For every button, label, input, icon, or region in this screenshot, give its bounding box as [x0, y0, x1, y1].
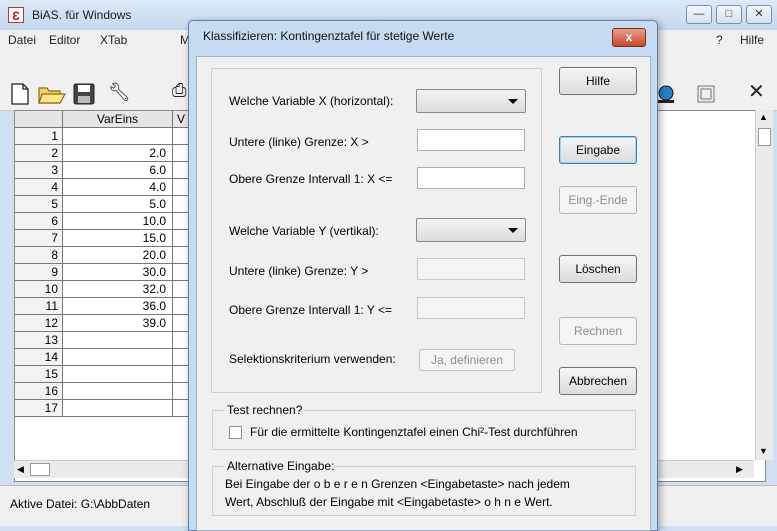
menu-editor[interactable]: Editor — [49, 33, 80, 47]
row-number[interactable]: 5 — [15, 196, 63, 213]
close-window-button[interactable]: ✕ — [746, 5, 772, 24]
table-cell[interactable]: 5.0 — [63, 196, 173, 213]
table-cell[interactable] — [63, 332, 173, 349]
close-icon: x — [625, 30, 633, 44]
row-number[interactable]: 1 — [15, 128, 63, 145]
test-group-title: Test rechnen? — [225, 403, 305, 417]
label-lower-x: Untere (linke) Grenze: X > — [229, 135, 369, 149]
row-number[interactable]: 7 — [15, 230, 63, 247]
row-number[interactable]: 9 — [15, 264, 63, 281]
menu-datei[interactable]: Datei — [8, 33, 36, 47]
app-icon: Ɛ — [8, 7, 24, 23]
row-number[interactable]: 3 — [15, 162, 63, 179]
tool-icon[interactable]: 🔧︎ — [108, 82, 131, 103]
row-number[interactable]: 8 — [15, 247, 63, 264]
menu-xtab[interactable]: XTab — [100, 33, 127, 47]
upper-x-input[interactable] — [417, 167, 525, 189]
scroll-up-icon[interactable]: ▲ — [759, 112, 768, 122]
table-cell[interactable] — [63, 128, 173, 145]
var-x-dropdown[interactable] — [416, 89, 526, 113]
table-cell[interactable]: 15.0 — [63, 230, 173, 247]
table-cell[interactable] — [63, 349, 173, 366]
table-cell[interactable] — [63, 383, 173, 400]
input-button[interactable]: Eingabe — [559, 136, 637, 164]
save-icon[interactable] — [73, 83, 95, 105]
vertical-scrollbar[interactable]: ▲ ▼ — [755, 110, 773, 460]
row-number[interactable]: 2 — [15, 145, 63, 162]
var-y-dropdown[interactable] — [416, 218, 526, 242]
alt-group-title: Alternative Eingabe: — [225, 459, 337, 473]
chi-test-label: Für die ermittelte Kontingenztafel einen… — [250, 425, 578, 439]
hscroll-thumb[interactable] — [30, 463, 50, 476]
table-cell[interactable]: 10.0 — [63, 213, 173, 230]
upper-y-input[interactable] — [417, 297, 525, 319]
close-icon: ✕ — [754, 8, 764, 20]
new-doc-icon[interactable] — [10, 83, 30, 105]
window-icon[interactable] — [696, 84, 716, 104]
scroll-down-icon[interactable]: ▼ — [759, 446, 768, 456]
row-number[interactable]: 13 — [15, 332, 63, 349]
table-cell[interactable] — [63, 366, 173, 383]
chevron-down-icon — [508, 228, 518, 233]
chi-test-checkbox[interactable] — [229, 426, 242, 439]
dialog-title: Klassifizieren: Kontingenztafel für stet… — [203, 29, 455, 43]
row-number[interactable]: 4 — [15, 179, 63, 196]
lower-y-input[interactable] — [417, 258, 525, 280]
table-cell[interactable]: 6.0 — [63, 162, 173, 179]
table-cell[interactable] — [63, 400, 173, 417]
corner-cell — [15, 111, 63, 128]
scroll-thumb[interactable] — [758, 128, 771, 146]
table-cell[interactable]: 20.0 — [63, 247, 173, 264]
menu-hilfe[interactable]: Hilfe — [740, 33, 764, 47]
scroll-right-icon[interactable]: ▶ — [736, 464, 743, 475]
close-doc-icon[interactable]: ✕ — [748, 79, 765, 104]
label-var-y: Welche Variable Y (vertikal): — [229, 224, 379, 238]
chevron-down-icon — [508, 99, 518, 104]
row-number[interactable]: 11 — [15, 298, 63, 315]
alt-text-line2: Wert, Abschluß der Eingabe mit <Eingabet… — [225, 495, 553, 509]
table-cell[interactable]: 39.0 — [63, 315, 173, 332]
compute-button[interactable]: Rechnen — [559, 317, 637, 345]
alt-text-line1: Bei Eingabe der o b e r e n Grenzen <Ein… — [225, 477, 570, 491]
globe-icon[interactable] — [655, 84, 677, 104]
cancel-button[interactable]: Abbrechen — [559, 367, 637, 395]
column-header[interactable]: VarEins — [63, 111, 173, 128]
row-number[interactable]: 17 — [15, 400, 63, 417]
table-cell[interactable]: 32.0 — [63, 281, 173, 298]
label-upper-x: Obere Grenze Intervall 1: X <= — [229, 172, 393, 186]
minimize-icon: — — [693, 8, 705, 20]
lower-x-input[interactable] — [417, 129, 525, 151]
table-cell[interactable]: 4.0 — [63, 179, 173, 196]
main-window-title: BiAS. für Windows — [32, 8, 132, 22]
row-number[interactable]: 16 — [15, 383, 63, 400]
row-number[interactable]: 14 — [15, 349, 63, 366]
menu-question[interactable]: ? — [716, 33, 723, 47]
status-text: Aktive Datei: G:\AbbDaten — [10, 497, 151, 511]
define-selection-button[interactable]: Ja, definieren — [419, 349, 515, 371]
open-folder-icon[interactable] — [38, 82, 66, 106]
label-selection: Selektionskriterium verwenden: — [229, 352, 396, 366]
maximize-icon: □ — [725, 8, 733, 20]
input-end-button[interactable]: Eing.-Ende — [559, 186, 637, 214]
row-number[interactable]: 15 — [15, 366, 63, 383]
dialog-close-button[interactable]: x — [612, 28, 646, 47]
label-upper-y: Obere Grenze Intervall 1: Y <= — [229, 303, 392, 317]
label-var-x: Welche Variable X (horizontal): — [229, 94, 394, 108]
row-number[interactable]: 6 — [15, 213, 63, 230]
label-lower-y: Untere (linke) Grenze: Y > — [229, 264, 369, 278]
help-button[interactable]: Hilfe — [559, 67, 637, 95]
print-icon[interactable]: ⎙ — [172, 80, 186, 101]
maximize-button[interactable]: □ — [716, 5, 742, 24]
minimize-button[interactable]: — — [686, 5, 712, 24]
table-cell[interactable]: 2.0 — [63, 145, 173, 162]
row-number[interactable]: 10 — [15, 281, 63, 298]
row-number[interactable]: 12 — [15, 315, 63, 332]
scroll-left-icon[interactable]: ◀ — [17, 464, 24, 475]
delete-button[interactable]: Löschen — [559, 255, 637, 283]
table-cell[interactable]: 30.0 — [63, 264, 173, 281]
table-cell[interactable]: 36.0 — [63, 298, 173, 315]
